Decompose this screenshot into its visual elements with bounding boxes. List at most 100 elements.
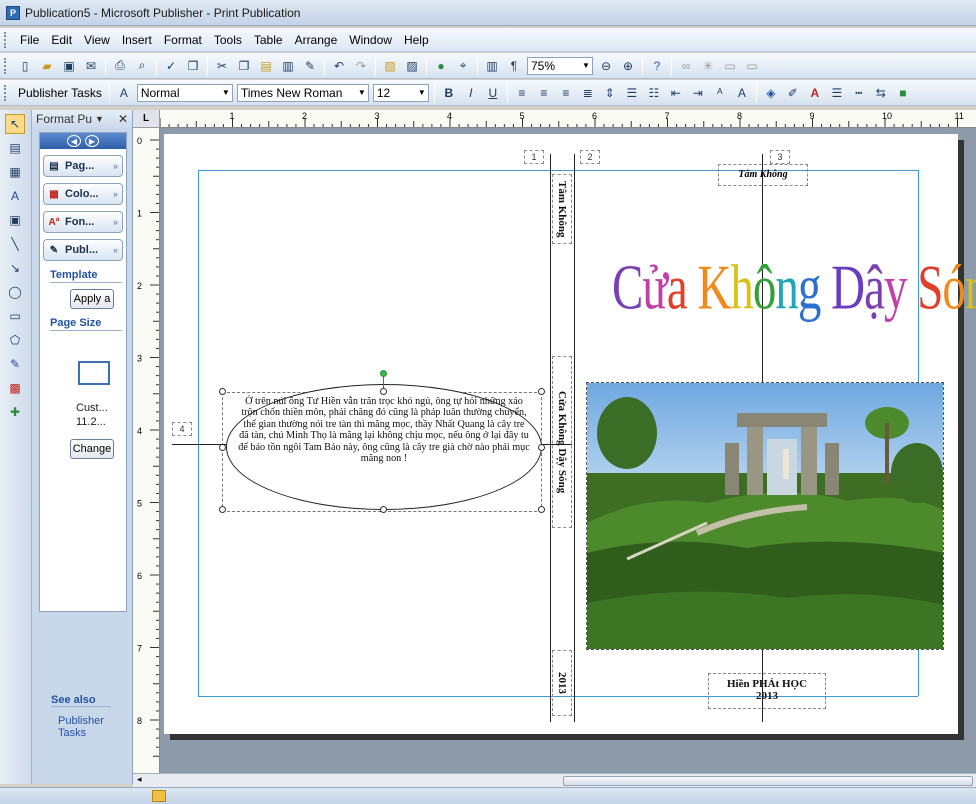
tab-font-schemes[interactable]: Aª Fon... » — [43, 211, 123, 233]
menu-window[interactable]: Window — [343, 31, 398, 49]
arrow-icon[interactable]: ↘ — [5, 258, 25, 278]
chevron-down-icon[interactable]: ▼ — [95, 114, 104, 124]
paste-icon[interactable]: ▤ — [256, 56, 276, 76]
numbering-icon[interactable]: ☰ — [622, 83, 642, 103]
form-control-icon[interactable]: ✚ — [5, 402, 25, 422]
line-icon[interactable]: ╲ — [5, 234, 25, 254]
cut-icon[interactable]: ✂ — [212, 56, 232, 76]
wordart-title[interactable]: Cửa Không Dậy Sóng — [612, 252, 976, 325]
font-size-dropdown[interactable]: 12 ▼ — [372, 83, 429, 102]
spine-text-title[interactable]: Cửa Không Dậy Sóng — [552, 356, 572, 528]
menu-edit[interactable]: Edit — [45, 31, 78, 49]
align-right-icon[interactable]: ≡ — [556, 83, 576, 103]
zoom-out-icon[interactable]: ⊖ — [596, 56, 616, 76]
temple-photo[interactable] — [586, 382, 944, 650]
menu-arrange[interactable]: Arrange — [289, 31, 344, 49]
menu-file[interactable]: File — [14, 31, 45, 49]
redo-icon[interactable]: ↷ — [351, 56, 371, 76]
research-icon[interactable]: ❒ — [183, 56, 203, 76]
menu-help[interactable]: Help — [398, 31, 435, 49]
styles-icon[interactable]: A — [114, 83, 134, 103]
columns-icon[interactable]: ▥ — [482, 56, 502, 76]
resize-handle-sw[interactable] — [219, 506, 226, 513]
spine-text-top[interactable]: Tâm Không — [552, 174, 572, 244]
align-center-icon[interactable]: ≡ — [534, 83, 554, 103]
publisher-tasks-link[interactable]: Publisher Tasks — [58, 715, 132, 739]
print-preview-icon[interactable]: ⌕ — [132, 56, 152, 76]
wordart-icon[interactable]: A — [5, 186, 25, 206]
align-left-icon[interactable]: ≡ — [512, 83, 532, 103]
justify-icon[interactable]: ≣ — [578, 83, 598, 103]
insert-hyperlink-icon[interactable]: ● — [431, 56, 451, 76]
resize-handle-n[interactable] — [380, 388, 387, 395]
line-spacing-icon[interactable]: ⇕ — [600, 83, 620, 103]
italic-icon[interactable]: I — [461, 83, 481, 103]
spine-text-year[interactable]: 2013 — [552, 650, 572, 716]
menu-view[interactable]: View — [78, 31, 116, 49]
font-color-icon[interactable]: A — [805, 83, 825, 103]
tab-page-options[interactable]: ▤ Pag... » — [43, 155, 123, 177]
style-dropdown[interactable]: Normal ▼ — [136, 83, 233, 102]
oval-icon[interactable]: ◯ — [5, 282, 25, 302]
select-pointer-icon[interactable]: ↖ — [5, 114, 25, 134]
vertical-ruler[interactable]: 0 1 2 3 4 5 6 7 8 — [133, 128, 160, 773]
line-color-icon[interactable]: ✐ — [783, 83, 803, 103]
rectangle-icon[interactable]: ▭ — [5, 306, 25, 326]
menu-table[interactable]: Table — [248, 31, 289, 49]
next-frame-icon[interactable]: ▭ — [742, 56, 762, 76]
print-icon[interactable]: ⎙ — [110, 56, 130, 76]
pilcrow-icon[interactable]: ¶ — [504, 56, 524, 76]
menu-tools[interactable]: Tools — [208, 31, 248, 49]
email-icon[interactable]: ✉ — [81, 56, 101, 76]
zoom-dropdown[interactable]: 75% ▼ — [527, 56, 593, 75]
arrow-style-icon[interactable]: ⇆ — [871, 83, 891, 103]
design-gallery-icon[interactable]: ▩ — [5, 378, 25, 398]
new-icon[interactable]: ▯ — [15, 56, 35, 76]
scroll-thumb[interactable] — [563, 776, 973, 786]
increase-font-icon[interactable]: A — [732, 83, 752, 103]
horizontal-ruler[interactable]: 1 2 3 4 5 6 7 8 9 10 11 — [160, 110, 976, 128]
help-icon[interactable]: ? — [647, 56, 667, 76]
publisher-tasks-button[interactable]: Publisher Tasks — [14, 86, 106, 100]
text-box-icon[interactable]: ▤ — [5, 138, 25, 158]
line-style-icon[interactable]: ☰ — [827, 83, 847, 103]
page-spread[interactable]: 1 2 3 4 Tâm Không Cửa Không Dậy Sóng 201… — [164, 134, 976, 734]
caption-box[interactable]: Hiền PHÁt HỌC 2013 — [708, 673, 826, 709]
tab-publication-options[interactable]: ✎ Publ... « — [43, 239, 123, 261]
horizontal-scrollbar[interactable]: ◂ — [133, 773, 976, 787]
font-dropdown[interactable]: Times New Roman ▼ — [236, 83, 369, 102]
unlink-icon[interactable]: ✳ — [698, 56, 718, 76]
resize-handle-se[interactable] — [538, 506, 545, 513]
open-icon[interactable]: ▰ — [37, 56, 57, 76]
bullets-icon[interactable]: ☷ — [644, 83, 664, 103]
resize-handle-s[interactable] — [380, 506, 387, 513]
header-text[interactable]: Tâm Không — [718, 164, 808, 186]
tab-color-schemes[interactable]: ▦ Colo... » — [43, 183, 123, 205]
dash-style-icon[interactable]: ┅ — [849, 83, 869, 103]
back-icon[interactable]: ◀ — [67, 135, 81, 147]
bring-to-front-icon[interactable]: ▧ — [380, 56, 400, 76]
shadow-icon[interactable]: ■ — [893, 83, 913, 103]
save-icon[interactable]: ▣ — [59, 56, 79, 76]
decrease-font-icon[interactable]: ᴬ — [710, 83, 730, 103]
paste-special-icon[interactable]: ▥ — [278, 56, 298, 76]
apply-template-button[interactable]: Apply a — [70, 289, 114, 309]
autoshapes-icon[interactable]: ⬠ — [5, 330, 25, 350]
document-workspace[interactable]: 1 2 3 4 Tâm Không Cửa Không Dậy Sóng 201… — [160, 128, 976, 773]
insert-table-icon[interactable]: ▦ — [5, 162, 25, 182]
send-to-back-icon[interactable]: ▨ — [402, 56, 422, 76]
resize-handle-nw[interactable] — [219, 388, 226, 395]
underline-icon[interactable]: U — [483, 83, 503, 103]
resize-handle-ne[interactable] — [538, 388, 545, 395]
zoom-object-icon[interactable]: ⌖ — [453, 56, 473, 76]
bold-icon[interactable]: B — [439, 83, 459, 103]
resize-handle-e[interactable] — [538, 444, 545, 451]
link-icon[interactable]: ∞ — [676, 56, 696, 76]
ruler-origin[interactable]: L — [133, 110, 160, 128]
change-page-size-button[interactable]: Change — [70, 439, 114, 459]
zoom-in-icon[interactable]: ⊕ — [618, 56, 638, 76]
picture-frame-icon[interactable]: ▣ — [5, 210, 25, 230]
scroll-left-icon[interactable]: ◂ — [137, 774, 142, 785]
undo-icon[interactable]: ↶ — [329, 56, 349, 76]
prev-frame-icon[interactable]: ▭ — [720, 56, 740, 76]
